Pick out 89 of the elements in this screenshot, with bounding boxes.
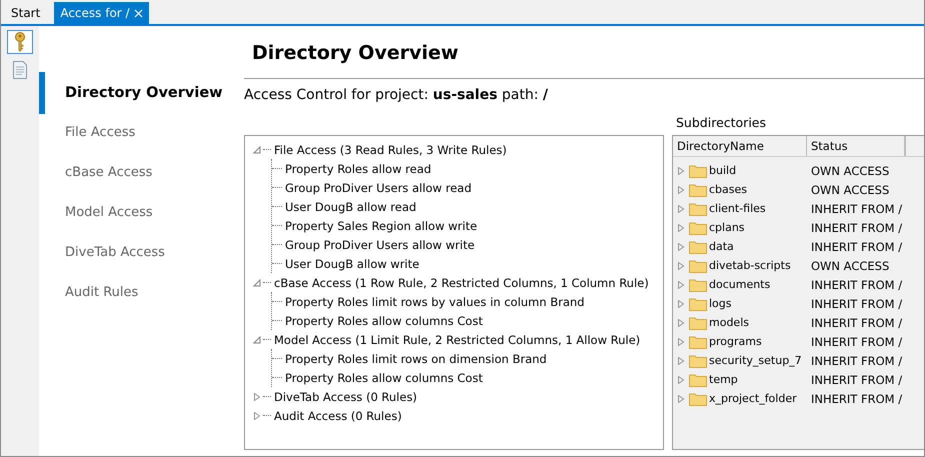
close-icon[interactable] bbox=[134, 8, 143, 18]
expander-icon[interactable] bbox=[253, 412, 261, 420]
tree-item[interactable]: Property Roles limit rows on dimension Brand bbox=[285, 352, 547, 366]
expander-icon[interactable] bbox=[253, 336, 261, 344]
status-cell: OWN ACCESS bbox=[811, 164, 890, 178]
expander-icon[interactable] bbox=[677, 318, 685, 326]
tree-node[interactable]: Model Access (1 Limit Rule, 2 Restricted Columns, 1 Allow Rule) bbox=[274, 332, 640, 346]
status-cell: INHERIT FROM / bbox=[811, 392, 902, 406]
column-header[interactable]: Status bbox=[807, 136, 905, 156]
status-cell: OWN ACCESS bbox=[811, 258, 890, 272]
tree-item[interactable]: User DougB allow write bbox=[285, 256, 420, 270]
folder-icon bbox=[689, 372, 707, 386]
nav-item[interactable]: Directory Overview bbox=[39, 72, 244, 114]
nav-item[interactable]: cBase Access bbox=[39, 152, 244, 192]
page-heading: Directory Overview bbox=[252, 42, 460, 66]
tree-item[interactable]: Group ProDiver Users allow write bbox=[285, 238, 475, 252]
expander-icon[interactable] bbox=[677, 224, 685, 232]
expander-icon[interactable] bbox=[253, 392, 261, 400]
status-cell: INHERIT FROM / bbox=[811, 296, 902, 310]
expander-icon[interactable] bbox=[677, 356, 685, 364]
folder-icon bbox=[689, 354, 707, 368]
directory-name[interactable]: divetab-scripts bbox=[709, 259, 791, 272]
tree-item[interactable]: Property Roles allow read bbox=[285, 162, 432, 176]
directory-name[interactable]: models bbox=[709, 316, 749, 329]
folder-icon bbox=[689, 392, 707, 406]
nav-item[interactable]: DiveTab Access bbox=[39, 232, 244, 272]
directory-name[interactable]: documents bbox=[709, 278, 770, 291]
directory-name[interactable]: x_project_folder bbox=[709, 392, 797, 405]
folder-icon bbox=[689, 220, 707, 234]
tree-item[interactable]: Property Roles allow columns Cost bbox=[285, 370, 483, 384]
directory-name[interactable]: programs bbox=[709, 335, 762, 348]
expander-icon[interactable] bbox=[677, 338, 685, 346]
folder-icon bbox=[689, 258, 707, 272]
folder-icon bbox=[689, 296, 707, 310]
status-cell: OWN ACCESS bbox=[811, 182, 890, 196]
folder-icon bbox=[689, 334, 707, 348]
status-cell: INHERIT FROM / bbox=[811, 240, 902, 254]
expander-icon[interactable] bbox=[677, 166, 685, 174]
directory-name[interactable]: cbases bbox=[709, 183, 748, 196]
folder-icon bbox=[689, 316, 707, 330]
expander-icon[interactable] bbox=[677, 186, 685, 194]
nav-item[interactable]: Model Access bbox=[39, 192, 244, 232]
key-icon bbox=[13, 32, 27, 52]
folder-icon bbox=[689, 202, 707, 216]
expander-icon[interactable] bbox=[253, 146, 261, 154]
folder-icon bbox=[689, 278, 707, 292]
expander-icon[interactable] bbox=[677, 280, 685, 288]
document-icon bbox=[13, 61, 27, 79]
column-header[interactable]: DirectoryName bbox=[673, 136, 807, 156]
folder-icon bbox=[689, 182, 707, 196]
directory-name[interactable]: client-files bbox=[709, 202, 766, 215]
access-summary: Access Control for project: us-sales path: / bbox=[244, 87, 549, 103]
status-cell: INHERIT FROM / bbox=[811, 220, 902, 234]
expander-icon[interactable] bbox=[677, 300, 685, 308]
tree-item[interactable]: Property Sales Region allow write bbox=[285, 218, 478, 232]
folder-icon bbox=[689, 240, 707, 254]
expander-icon[interactable] bbox=[677, 376, 685, 384]
tree-node[interactable]: Audit Access (0 Rules) bbox=[274, 408, 402, 422]
status-cell: INHERIT FROM / bbox=[811, 354, 902, 368]
tree-item[interactable]: User DougB allow read bbox=[285, 200, 416, 214]
directory-name[interactable]: build bbox=[709, 164, 736, 177]
status-cell: INHERIT FROM / bbox=[811, 372, 902, 386]
directory-name[interactable]: security_setup_7 bbox=[709, 354, 802, 367]
tree-item[interactable]: Group ProDiver Users allow read bbox=[285, 180, 472, 194]
directory-name[interactable]: data bbox=[709, 240, 734, 253]
directory-name[interactable]: temp bbox=[709, 373, 738, 386]
tree-item[interactable]: Property Roles allow columns Cost bbox=[285, 314, 483, 328]
expander-icon[interactable] bbox=[677, 394, 685, 402]
tree-node[interactable]: cBase Access (1 Row Rule, 2 Restricted Columns, 1 Column Rule) bbox=[274, 276, 649, 290]
tab[interactable]: Access for / bbox=[54, 2, 149, 24]
tree-item[interactable]: Property Roles limit rows by values in column Brand bbox=[285, 294, 584, 308]
expander-icon[interactable] bbox=[253, 278, 261, 286]
nav-item[interactable]: File Access bbox=[39, 112, 244, 152]
expander-icon[interactable] bbox=[677, 242, 685, 250]
status-cell: INHERIT FROM / bbox=[811, 334, 902, 348]
section-title: Subdirectories bbox=[675, 115, 767, 132]
expander-icon[interactable] bbox=[677, 204, 685, 212]
directory-name[interactable]: logs bbox=[709, 297, 732, 310]
tree-node[interactable]: DiveTab Access (0 Rules) bbox=[274, 390, 418, 404]
tab[interactable]: Start bbox=[5, 2, 46, 24]
toolbar-button[interactable] bbox=[7, 30, 33, 54]
status-cell: INHERIT FROM / bbox=[811, 278, 902, 292]
directory-name[interactable]: cplans bbox=[709, 221, 745, 234]
nav-item[interactable]: Audit Rules bbox=[39, 272, 244, 312]
folder-icon bbox=[689, 164, 707, 178]
expander-icon[interactable] bbox=[677, 262, 685, 270]
status-cell: INHERIT FROM / bbox=[811, 202, 902, 216]
status-cell: INHERIT FROM / bbox=[811, 316, 902, 330]
tree-node[interactable]: File Access (3 Read Rules, 3 Write Rules) bbox=[274, 142, 507, 156]
